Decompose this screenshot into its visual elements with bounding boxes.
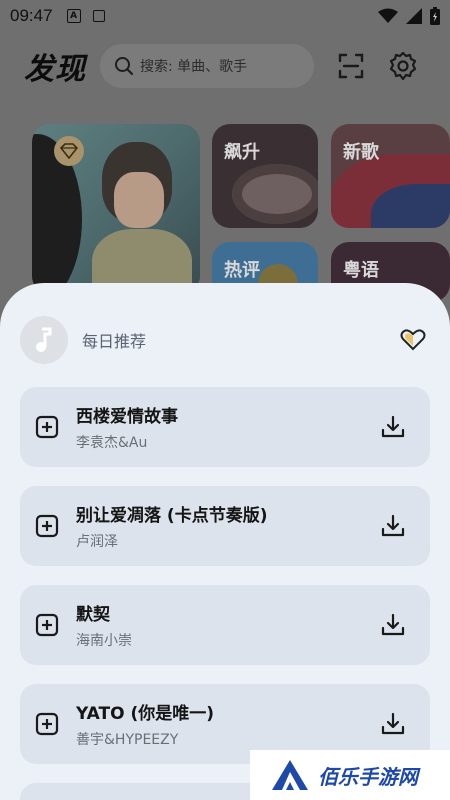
notification-a-icon: A — [66, 9, 81, 23]
new-songs-card[interactable]: 新歌 — [331, 124, 450, 228]
scan-button[interactable] — [336, 51, 366, 81]
cell-signal-icon — [406, 8, 422, 24]
song-row[interactable]: 别让爱凋落 (卡点节奏版) 卢润泽 — [20, 486, 430, 566]
song-artist: 善宇&HYPEEZY — [76, 732, 179, 748]
battery-icon — [430, 7, 440, 25]
download-button[interactable] — [378, 412, 408, 442]
add-icon — [35, 514, 59, 538]
status-bar: 09:47 A — [0, 0, 450, 32]
download-button[interactable] — [378, 511, 408, 541]
download-icon — [381, 415, 405, 438]
page-title: 发现 — [24, 52, 86, 87]
scan-icon — [338, 53, 364, 79]
heart-icon — [400, 329, 426, 351]
search-icon — [115, 57, 134, 76]
download-icon — [381, 712, 405, 735]
add-to-playlist-button[interactable] — [34, 711, 60, 737]
wifi-icon — [378, 8, 398, 23]
search-placeholder: 搜索: 单曲、歌手 — [140, 59, 248, 75]
download-icon — [381, 514, 405, 537]
song-title: YATO (你是唯一) — [76, 704, 215, 724]
add-to-playlist-button[interactable] — [34, 513, 60, 539]
song-row[interactable]: 西楼爱情故事 李袁杰&Au — [20, 387, 430, 467]
featured-playlist-card[interactable] — [32, 124, 200, 294]
song-artist: 海南小崇 — [76, 633, 132, 649]
download-button[interactable] — [378, 610, 408, 640]
notification-square-icon — [92, 10, 105, 22]
watermark: 佰乐手游网 — [250, 750, 450, 800]
settings-button[interactable] — [388, 51, 418, 81]
song-title: 默契 — [76, 605, 110, 625]
playlist-cover — [20, 316, 68, 364]
status-time: 09:47 — [10, 6, 53, 25]
gear-icon — [389, 51, 417, 81]
watermark-logo-icon — [272, 760, 308, 790]
song-title: 西楼爱情故事 — [76, 407, 178, 427]
surge-chart-label: 飙升 — [224, 142, 260, 163]
song-title: 别让爱凋落 (卡点节奏版) — [76, 506, 268, 526]
download-icon — [381, 613, 405, 636]
diamond-badge-icon — [54, 136, 84, 166]
sheet-header: 每日推荐 — [20, 315, 430, 365]
song-row[interactable]: 默契 海南小崇 — [20, 585, 430, 665]
add-icon — [35, 415, 59, 439]
song-artist: 卢润泽 — [76, 534, 118, 550]
favorite-button[interactable] — [398, 325, 428, 355]
cantonese-label: 粤语 — [343, 260, 379, 281]
surge-chart-card[interactable]: 飙升 — [212, 124, 318, 228]
add-icon — [35, 712, 59, 736]
search-input[interactable]: 搜索: 单曲、歌手 — [100, 44, 314, 88]
playlist-sheet: 每日推荐 西楼爱情故事 李袁杰&Au 别让爱凋落 (卡点节奏版) 卢润泽 默契 … — [0, 283, 450, 800]
new-songs-label: 新歌 — [343, 142, 379, 163]
add-to-playlist-button[interactable] — [34, 414, 60, 440]
playlist-title: 每日推荐 — [82, 332, 147, 351]
song-artist: 李袁杰&Au — [76, 435, 148, 451]
add-icon — [35, 613, 59, 637]
header: 发现 搜索: 单曲、歌手 — [0, 40, 450, 92]
add-to-playlist-button[interactable] — [34, 612, 60, 638]
download-button[interactable] — [378, 709, 408, 739]
music-note-icon — [36, 327, 52, 352]
watermark-text: 佰乐手游网 — [318, 764, 418, 789]
hot-comments-label: 热评 — [224, 260, 260, 281]
